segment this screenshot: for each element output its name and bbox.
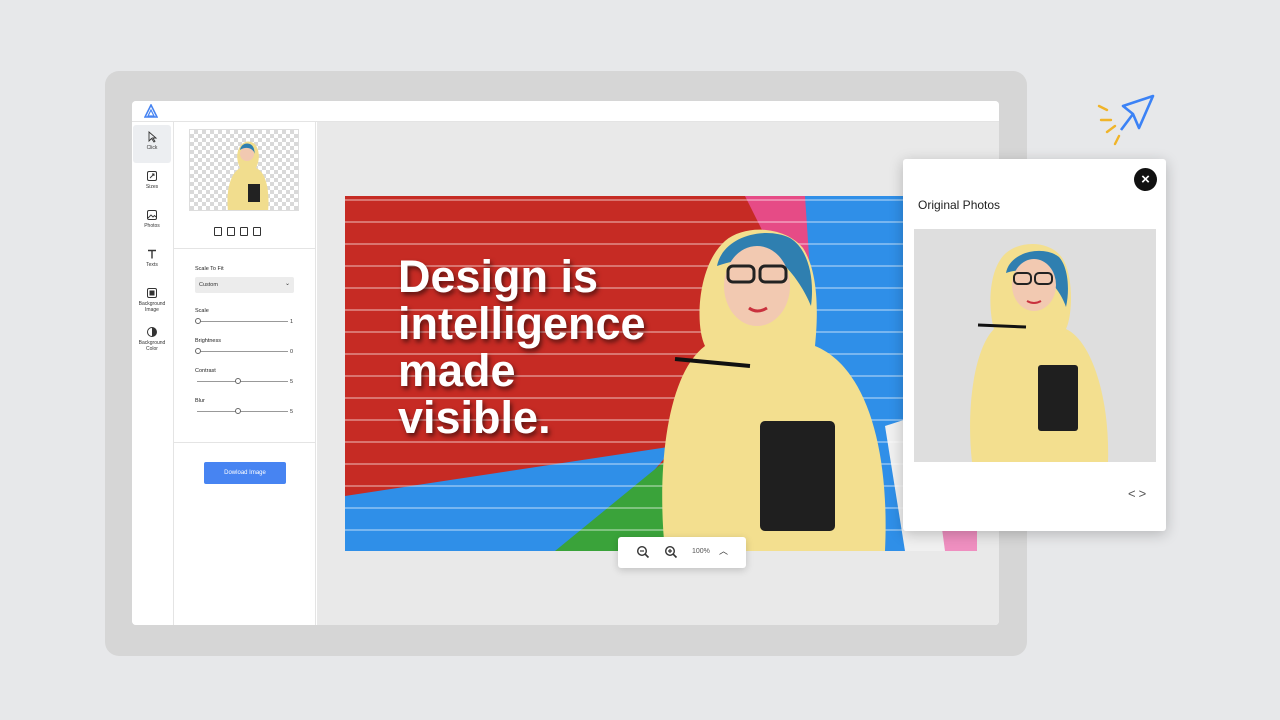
blur-slider[interactable] [197,408,288,414]
resize-icon [147,171,157,181]
chevron-down-icon: ⌄ [284,281,290,287]
brightness-value: 0 [290,349,294,355]
tool-rail: Click Sizes Photos Texts Background Imag… [132,122,174,625]
zoom-level: 100% [692,548,710,555]
headline-line: Design is [398,251,599,302]
delete-icon[interactable] [253,227,261,236]
scale-to-fit-value: Custom [199,282,218,288]
pointer-click-icon [1097,94,1155,146]
align-left-icon[interactable] [214,227,222,236]
design-canvas[interactable]: Design is intelligence made visible. [345,196,977,551]
slider-knob[interactable] [235,408,241,414]
zoom-in-icon[interactable] [664,545,678,559]
contrast-label: Contrast [195,368,216,374]
text-icon [148,249,156,259]
contrast-value: 5 [290,379,294,385]
app-logo-icon[interactable] [144,104,158,118]
zoom-toolbar: 100% ︿ [618,537,746,568]
download-image-button[interactable]: Dowload Image [204,462,286,484]
slider-knob[interactable] [195,318,201,324]
original-photo[interactable] [914,229,1156,462]
cursor-icon [148,131,158,143]
brightness-slider[interactable] [195,348,288,354]
chevron-up-icon[interactable]: ︿ [719,544,728,557]
headline-line: visible. [398,392,551,443]
close-button[interactable]: × [1134,168,1157,191]
original-photos-popup: × Original Photos <> [903,159,1166,531]
tool-background-color[interactable]: Background Color [133,320,171,358]
tool-label: Sizes [145,184,159,190]
scale-label: Scale [195,308,209,314]
background-image-icon [147,288,157,298]
woman-cutout-thumbnail [227,141,269,210]
crop-icon[interactable] [240,227,248,236]
slider-knob[interactable] [195,348,201,354]
tool-label: Background Color [138,340,166,352]
divider [174,442,315,443]
tool-sizes[interactable]: Sizes [133,164,171,202]
headline-line: made [398,345,516,396]
popup-title: Original Photos [918,198,1001,212]
blur-value: 5 [290,409,294,415]
scale-to-fit-label: Scale To Fit [195,266,224,272]
divider [174,248,315,249]
photo-icon [147,210,157,220]
headline-line: intelligence [398,298,646,349]
scale-value: 1 [290,319,294,325]
tool-label: Click [146,145,158,151]
top-bar [132,101,999,122]
tool-background-image[interactable]: Background Image [133,281,171,319]
photo-pager-arrows[interactable]: <> [1128,486,1149,501]
tool-label: Background Image [138,301,166,313]
scale-slider[interactable] [195,318,288,324]
tool-label: Photos [144,223,160,229]
contrast-slider[interactable] [197,378,288,384]
headline-text[interactable]: Design is intelligence made visible. [398,253,646,441]
tool-click[interactable]: Click [133,125,171,163]
zoom-out-icon[interactable] [636,545,650,559]
align-center-icon[interactable] [227,227,235,236]
properties-panel: Scale To Fit Custom ⌄ Scale 1 Brightness… [174,122,316,625]
thumbnail-tools [214,223,266,236]
tool-texts[interactable]: Texts [133,242,171,280]
blur-label: Blur [195,398,205,404]
scale-to-fit-select[interactable]: Custom ⌄ [195,277,294,293]
contrast-icon [147,327,157,337]
brightness-label: Brightness [195,338,221,344]
original-photo-image [914,229,1156,462]
tool-label: Texts [146,262,158,268]
tool-photos[interactable]: Photos [133,203,171,241]
slider-knob[interactable] [235,378,241,384]
layer-thumbnail[interactable] [189,129,299,211]
